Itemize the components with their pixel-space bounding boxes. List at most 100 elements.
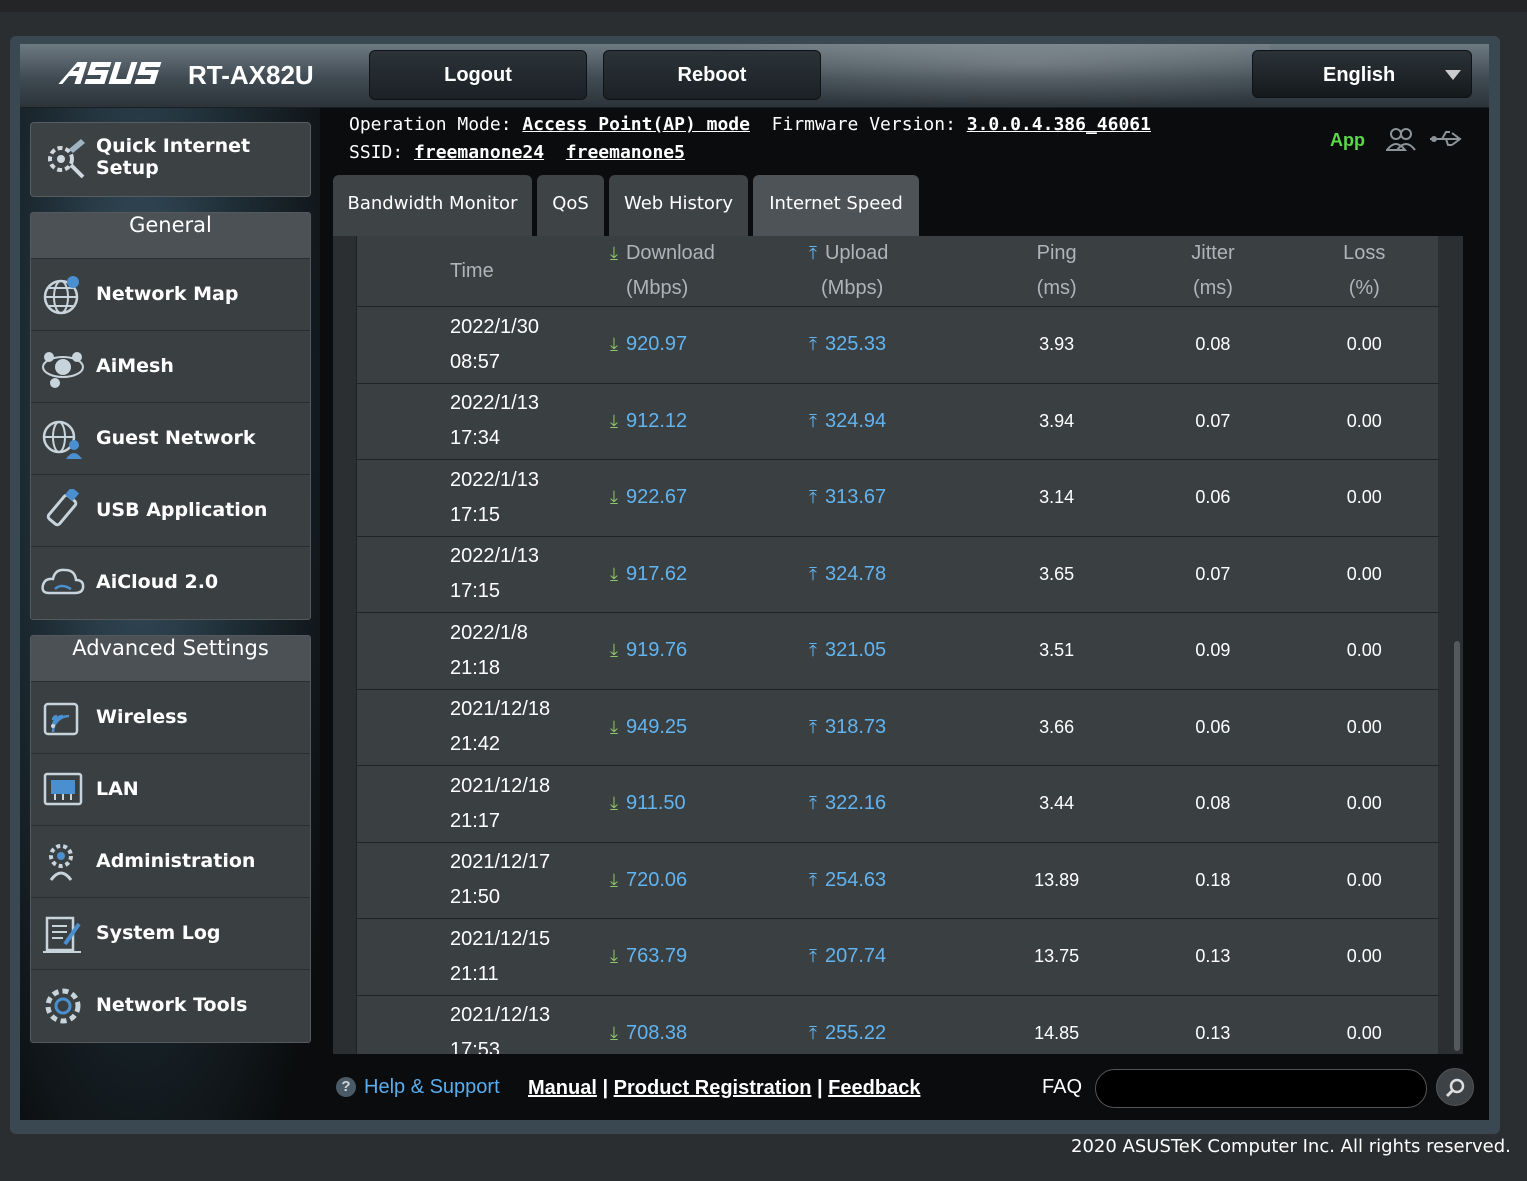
cell-clock: 17:15 bbox=[450, 580, 501, 603]
chevron-down-icon bbox=[1445, 70, 1461, 80]
usb-status-icon[interactable] bbox=[1428, 128, 1464, 150]
operation-mode-label: Operation Mode: bbox=[349, 114, 512, 135]
logout-button[interactable]: Logout bbox=[369, 50, 587, 100]
upload-arrow-icon: ⤒ bbox=[809, 793, 817, 814]
sidebar-item-network-tools[interactable]: Network Tools bbox=[31, 970, 310, 1042]
cell-clock: 21:50 bbox=[450, 886, 501, 909]
cell-date: 2021/12/18 bbox=[450, 774, 551, 797]
ssid-24-link[interactable]: freemanone24 bbox=[414, 142, 544, 163]
quick-internet-setup-button[interactable]: Quick Internet Setup bbox=[30, 122, 311, 197]
usb-icon bbox=[46, 489, 80, 527]
cell-date: 2021/12/18 bbox=[450, 698, 551, 721]
search-icon bbox=[1445, 1078, 1465, 1098]
cell-clock: 08:57 bbox=[450, 350, 501, 373]
asus-logo bbox=[53, 58, 168, 96]
col-loss: Loss (%) bbox=[1289, 236, 1439, 307]
cell-upload: ⤒ 254.63 bbox=[797, 842, 977, 919]
reboot-button[interactable]: Reboot bbox=[603, 50, 821, 100]
table-row: 2021/12/15 21:11 ⤓ 763.79 ⤒ 207.74 13.75 0.13 0.… bbox=[357, 918, 1439, 996]
ssid-5-link[interactable]: freemanone5 bbox=[566, 142, 685, 163]
cell-clock: 17:53 bbox=[450, 1039, 501, 1054]
operation-mode-link[interactable]: Access Point(AP) mode bbox=[522, 114, 750, 135]
cell-date: 2022/1/13 bbox=[450, 392, 539, 415]
firmware-version-link[interactable]: 3.0.0.4.386_46061 bbox=[967, 114, 1151, 135]
cell-download: ⤓ 949.25 bbox=[597, 689, 797, 766]
feedback-link[interactable]: Feedback bbox=[828, 1077, 920, 1099]
tab-bandwidth-monitor[interactable]: Bandwidth Monitor bbox=[333, 175, 532, 237]
cell-jitter: 0.13 bbox=[1136, 995, 1290, 1054]
cell-date: 2021/12/13 bbox=[450, 1004, 551, 1027]
faq-search-button[interactable] bbox=[1436, 1068, 1474, 1106]
cell-ping: 3.65 bbox=[977, 536, 1137, 613]
sidebar-item-usb-application[interactable]: USB Application bbox=[31, 475, 310, 547]
table-row: 2022/1/30 08:57 ⤓ 920.97 ⤒ 325.33 3.93 0.08 0.00 bbox=[357, 306, 1439, 384]
operation-mode-line: Operation Mode: Access Point(AP) mode Fi… bbox=[349, 114, 1151, 135]
cell-upload-value: 254.63 bbox=[824, 868, 887, 891]
cell-upload-value: 325.33 bbox=[824, 333, 887, 356]
advanced-settings-menu: Advanced Settings Wireless LAN Administr… bbox=[30, 635, 311, 1043]
cell-upload-value: 255.22 bbox=[824, 1021, 887, 1044]
sidebar-item-label: LAN bbox=[96, 778, 139, 800]
guest-globe-icon bbox=[42, 420, 82, 459]
cell-ping: 3.44 bbox=[977, 765, 1137, 843]
lan-icon bbox=[43, 772, 83, 806]
faq-label: FAQ bbox=[1042, 1076, 1083, 1098]
tab-web-history[interactable]: Web History bbox=[609, 175, 748, 237]
cell-upload: ⤒ 324.94 bbox=[797, 383, 977, 460]
cell-date: 2022/1/13 bbox=[450, 545, 539, 568]
cell-clock: 21:11 bbox=[450, 962, 499, 985]
sidebar-item-administration[interactable]: Administration bbox=[31, 826, 310, 898]
cell-ping: 3.14 bbox=[977, 459, 1137, 537]
upload-arrow-icon: ⤒ bbox=[809, 243, 817, 263]
col-jitter-label: Jitter bbox=[1191, 242, 1235, 264]
cell-download-value: 917.62 bbox=[625, 562, 688, 585]
sidebar-item-label: Network Tools bbox=[96, 994, 248, 1016]
cell-loss: 0.00 bbox=[1289, 536, 1439, 613]
cell-jitter: 0.06 bbox=[1136, 689, 1290, 766]
cell-download-value: 919.76 bbox=[625, 639, 688, 662]
language-select[interactable]: English bbox=[1252, 50, 1472, 98]
sidebar-item-guest-network[interactable]: Guest Network bbox=[31, 403, 310, 475]
cell-download-value: 708.38 bbox=[625, 1021, 688, 1044]
sidebar-item-aimesh[interactable]: AiMesh bbox=[31, 331, 310, 403]
cell-download-value: 911.50 bbox=[625, 792, 686, 815]
product-registration-link[interactable]: Product Registration bbox=[614, 1077, 812, 1099]
manual-link[interactable]: Manual bbox=[528, 1077, 597, 1099]
cell-time: 2021/12/15 21:11 bbox=[357, 918, 597, 996]
app-link[interactable]: App bbox=[1330, 130, 1365, 151]
col-download: ⤓ Download (Mbps) bbox=[597, 236, 797, 307]
table-row: 2022/1/13 17:34 ⤓ 912.12 ⤒ 324.94 3.94 0.07 0.00 bbox=[357, 383, 1439, 460]
wireless-icon bbox=[43, 702, 79, 736]
cell-jitter: 0.18 bbox=[1136, 842, 1290, 919]
table-row: 2022/1/8 21:18 ⤓ 919.76 ⤒ 321.05 3.51 0.09 0.00 bbox=[357, 612, 1439, 690]
sidebar-item-system-log[interactable]: System Log bbox=[31, 898, 310, 970]
sidebar-item-lan[interactable]: LAN bbox=[31, 754, 310, 826]
cell-jitter: 0.07 bbox=[1136, 536, 1290, 613]
tools-gear-icon bbox=[45, 988, 81, 1024]
cell-upload: ⤒ 324.78 bbox=[797, 536, 977, 613]
cell-upload: ⤒ 313.67 bbox=[797, 459, 977, 537]
tab-qos[interactable]: QoS bbox=[537, 175, 604, 237]
users-icon[interactable] bbox=[1386, 126, 1416, 152]
sidebar-item-aicloud[interactable]: AiCloud 2.0 bbox=[31, 547, 310, 619]
speed-history-table: Time ⤓ Download (Mbps) ⤒ Upload (Mbps) Pin… bbox=[357, 236, 1439, 1054]
download-arrow-icon: ⤓ bbox=[610, 869, 618, 890]
help-support-label: Help & Support bbox=[364, 1076, 500, 1098]
faq-search-input[interactable] bbox=[1095, 1069, 1427, 1108]
cell-jitter: 0.06 bbox=[1136, 459, 1290, 537]
wrench-gear-icon bbox=[48, 139, 85, 179]
help-support-link[interactable]: ? Help & Support bbox=[336, 1076, 500, 1099]
cell-ping: 3.66 bbox=[977, 689, 1137, 766]
cell-time: 2021/12/13 17:53 bbox=[357, 995, 597, 1054]
download-arrow-icon: ⤓ bbox=[610, 1022, 618, 1043]
cloud-icon bbox=[41, 568, 85, 595]
sidebar-item-network-map[interactable]: Network Map bbox=[31, 259, 310, 331]
upload-arrow-icon: ⤒ bbox=[809, 869, 817, 890]
sidebar-item-label: Guest Network bbox=[96, 427, 256, 449]
sidebar-item-wireless[interactable]: Wireless bbox=[31, 682, 310, 754]
table-row: 2021/12/17 21:50 ⤓ 720.06 ⤒ 254.63 13.89 0.18 0.… bbox=[357, 842, 1439, 919]
table-scrollbar-thumb[interactable] bbox=[1454, 641, 1460, 1051]
tab-internet-speed[interactable]: Internet Speed bbox=[753, 175, 919, 237]
cell-loss: 0.00 bbox=[1289, 383, 1439, 460]
cell-upload-value: 318.73 bbox=[824, 715, 887, 738]
